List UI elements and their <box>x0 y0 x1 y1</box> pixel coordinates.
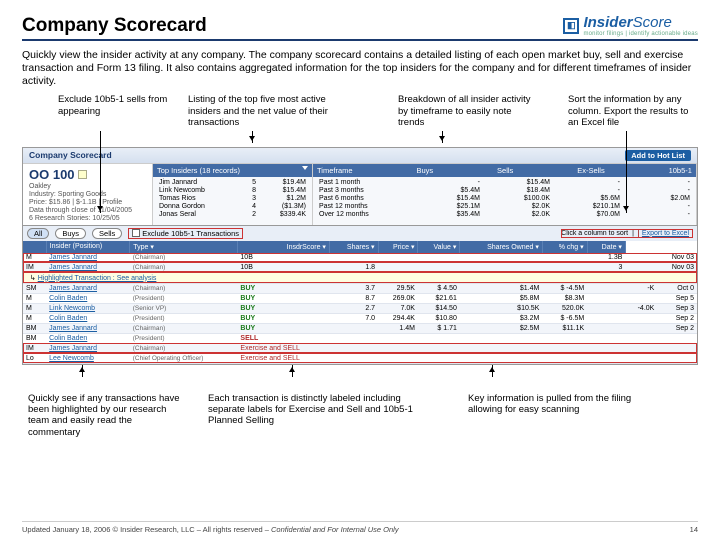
table-header-row[interactable]: Insider (Position)Type ▾InsdrScore ▾Shar… <box>23 241 697 253</box>
page-number: 14 <box>690 525 698 534</box>
top-insider-row[interactable]: Donna Gordon4($1.3M) <box>159 203 306 211</box>
add-hotlist-button[interactable]: Add to Hot List <box>625 150 691 161</box>
scorecard-app: Company Scorecard Add to Hot List OO 100… <box>22 147 698 365</box>
table-row[interactable]: SMJames Jannard(Chairman)BUY3.729.5K$ 4.… <box>23 283 697 293</box>
timeframe-row: Past 3 months$5.4M$18.4M-- <box>319 187 690 195</box>
logo-text-2: Score <box>633 14 672 31</box>
top-insiders-col: Top Insiders (18 records) Jim Jannard5$1… <box>153 164 313 225</box>
company-col: OO 100 Oakley Industry: Sporting Goods P… <box>23 164 153 225</box>
page-title: Company Scorecard <box>22 15 207 37</box>
sort-hint: Click a column to sort <box>561 230 628 237</box>
top-insider-row[interactable]: Tomas Rios3$1.2M <box>159 195 306 203</box>
callout-timeframe: Breakdown of all insider activity by tim… <box>392 94 542 128</box>
company-price: Price: $15.86 | $-1.1B | Profile <box>29 199 146 206</box>
callout-highlight: Quickly see if any transactions have bee… <box>22 393 192 439</box>
company-ticker: OO 100 <box>29 167 146 182</box>
callout-arrows-bottom <box>22 365 698 379</box>
app-titlebar: Company Scorecard Add to Hot List <box>23 148 697 163</box>
intro-text: Quickly view the insider activity at any… <box>22 49 698 88</box>
callout-sort: Sort the information by any column. Expo… <box>562 94 702 128</box>
callout-labels: Each transaction is distinctly labeled i… <box>202 393 432 439</box>
table-row[interactable]: IMJames Jannard(Chairman)10B1.83Nov 03 <box>23 262 697 272</box>
callout-keyinfo: Key information is pulled from the filin… <box>462 393 652 439</box>
top-callouts: Exclude 10b5-1 sells from appearing List… <box>22 94 698 128</box>
timeframe-col: Timeframe Buys Sells Ex-Sells 10b5-1 Pas… <box>313 164 697 225</box>
filter-all[interactable]: All <box>27 228 49 239</box>
table-row[interactable]: IMJames Jannard(Chairman)Exercise and SE… <box>23 343 697 353</box>
table-row[interactable]: ↳ Highlighted Transaction : See analysis <box>23 272 697 283</box>
timeframe-row: Past 1 month-$15.4M-- <box>319 179 690 187</box>
timeframe-header: Timeframe Buys Sells Ex-Sells 10b5-1 <box>313 164 696 177</box>
timeframe-row: Past 6 months$15.4M$100.0K$5.6M$2.0M <box>319 195 690 203</box>
page-footer: Updated January 18, 2006 © Insider Resea… <box>22 521 698 534</box>
info-icon[interactable] <box>78 170 87 179</box>
company-name: Oakley <box>29 183 146 190</box>
top-insider-row[interactable]: Jim Jannard5$19.4M <box>159 179 306 187</box>
logo-text-1: Insider <box>583 14 632 31</box>
page-header: Company Scorecard ◧ InsiderScore monitor… <box>22 14 698 41</box>
callout-exclude: Exclude 10b5-1 sells from appearing <box>52 94 182 128</box>
callout-arrows-top <box>22 131 698 145</box>
brand-logo: ◧ InsiderScore monitor filings | identif… <box>563 14 698 37</box>
filter-buys[interactable]: Buys <box>55 228 86 239</box>
table-row[interactable]: MLink Newcomb(Senior VP)BUY2.77.0K$14.50… <box>23 303 697 313</box>
filter-sells[interactable]: Sells <box>92 228 122 239</box>
table-row[interactable]: BMJames Jannard(Chairman)BUY1.4M$ 1.71$2… <box>23 323 697 333</box>
filter-bar: All Buys Sells Exclude 10b5-1 Transactio… <box>23 225 697 241</box>
logo-icon: ◧ <box>563 18 579 34</box>
export-excel-link[interactable]: Export to Excel <box>638 229 693 238</box>
company-holdings: Data through close of 11/04/2005 <box>29 207 146 214</box>
timeframe-row: Past 12 months$25.1M$2.0K$210.1M- <box>319 203 690 211</box>
export-area: Click a column to sort | Export to Excel <box>561 229 693 238</box>
table-row[interactable]: MColin Baden(President)BUY8.7269.0K$21.6… <box>23 293 697 303</box>
logo-tagline: monitor filings | identify actionable id… <box>583 31 698 37</box>
summary-panel: OO 100 Oakley Industry: Sporting Goods P… <box>23 163 697 225</box>
filter-icon[interactable] <box>302 166 308 173</box>
table-row[interactable]: MColin Baden(President)BUY7.0294.4K$10.8… <box>23 313 697 323</box>
table-row[interactable]: LoLee Newcomb(Chief Operating Officer)Ex… <box>23 353 697 363</box>
transactions-table: Insider (Position)Type ▾InsdrScore ▾Shar… <box>23 241 697 364</box>
top-insider-row[interactable]: Jonas Seral2$339.4K <box>159 211 306 219</box>
top-insider-row[interactable]: Link Newcomb8$15.4M <box>159 187 306 195</box>
table-row[interactable]: MJames Jannard(Chairman)10B1.3BNov 03 <box>23 253 697 263</box>
callout-topinsiders: Listing of the top five most active insi… <box>182 94 342 128</box>
bottom-callouts: Quickly see if any transactions have bee… <box>22 393 698 439</box>
table-row[interactable]: BMColin Baden(President)SELL <box>23 333 697 343</box>
timeframe-row: Over 12 months$35.4M$2.0K$70.0M- <box>319 211 690 219</box>
top-insiders-header: Top Insiders (18 records) <box>153 164 312 177</box>
company-research: 6 Research Stories: 10/25/05 <box>29 215 146 222</box>
company-industry: Industry: Sporting Goods <box>29 191 146 198</box>
exclude-10b5-checkbox[interactable]: Exclude 10b5-1 Transactions <box>128 228 243 239</box>
